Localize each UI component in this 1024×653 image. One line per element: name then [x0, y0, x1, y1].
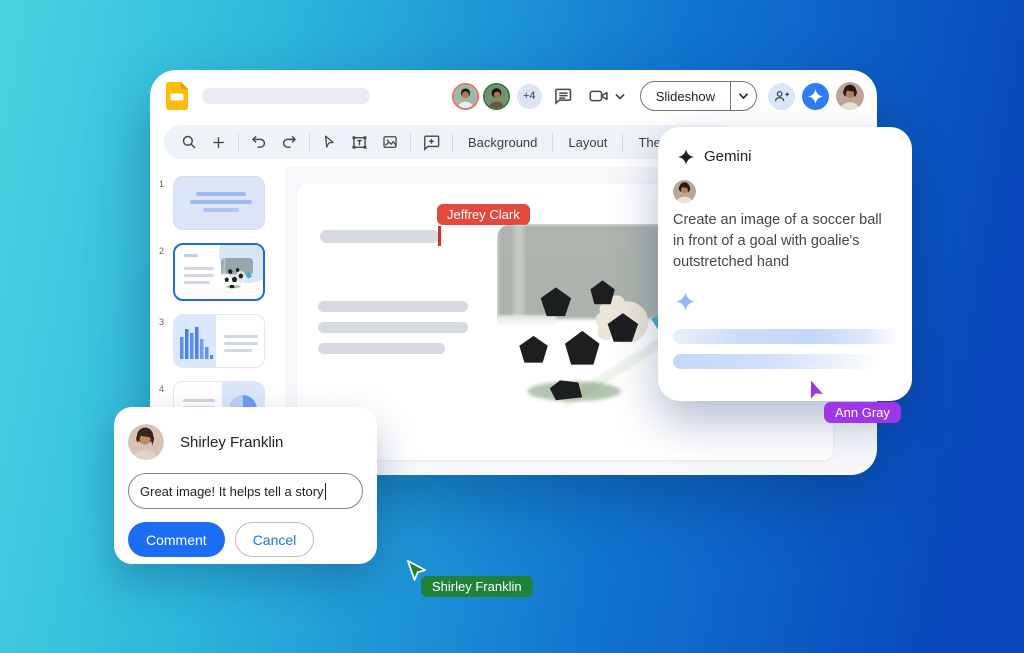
comment-input[interactable]: Great image! It helps tell a story: [128, 473, 363, 509]
comment-cancel-button[interactable]: Cancel: [235, 522, 315, 557]
slide-thumbnail-1[interactable]: [173, 176, 265, 230]
avatar-woman: [485, 85, 508, 108]
slide-number: 2: [150, 243, 173, 301]
select-tool-button[interactable]: [315, 134, 344, 151]
filmstrip-item-1: 1: [150, 176, 285, 230]
chevron-down-icon: [739, 93, 748, 99]
avatar-profile-woman: [673, 180, 696, 203]
chevron-down-icon: [615, 93, 625, 100]
gemini-panel-title: Gemini: [704, 148, 752, 165]
prompt-line: Create an image of a soccer ball: [673, 210, 897, 231]
body-text-line-1[interactable]: [318, 301, 468, 312]
app-top-bar: +4 Slideshow: [150, 70, 877, 122]
collaborator-label-shirley: Shirley Franklin: [421, 576, 533, 597]
comments-icon: [553, 86, 573, 106]
comment-input-caret: [325, 483, 327, 500]
comment-author-avatar: [128, 424, 164, 460]
slide-thumbnail-3[interactable]: [173, 314, 265, 368]
marketing-background: { "topbar": { "presence_overflow": "+4",…: [0, 0, 1024, 653]
document-title-placeholder[interactable]: [202, 88, 370, 104]
insert-image-icon: [381, 133, 399, 151]
thumbnail-bar-chart: [176, 315, 216, 368]
collaborator-label-jeffrey: Jeffrey Clark: [437, 204, 530, 225]
slide-number: 3: [150, 314, 173, 368]
redo-icon: [280, 133, 298, 151]
profile-avatar[interactable]: [836, 82, 864, 110]
slides-logo-icon[interactable]: [166, 82, 188, 110]
redo-button[interactable]: [274, 133, 304, 151]
collaborator-label-ann: Ann Gray: [824, 402, 901, 423]
prompt-line: outstretched hand: [673, 252, 897, 273]
undo-button[interactable]: [244, 133, 274, 151]
title-text-placeholder[interactable]: [320, 230, 439, 243]
avatar-shirley: [128, 424, 164, 460]
video-call-icon: [588, 86, 610, 106]
toolbar-divider: [238, 133, 239, 152]
comment-submit-button[interactable]: Comment: [128, 522, 225, 557]
select-tool-icon: [321, 134, 338, 151]
filmstrip-item-3: 3: [150, 314, 285, 368]
search-icon: [180, 133, 198, 151]
comment-actions: Comment Cancel: [128, 522, 363, 557]
text-box-button[interactable]: [344, 133, 375, 152]
search-menus-button[interactable]: [174, 133, 204, 151]
gemini-generating-indicator: [673, 292, 897, 316]
toolbar-divider: [452, 133, 453, 152]
slides-logo-glyph: [166, 82, 188, 110]
text-box-icon: [350, 133, 369, 152]
jeffrey-text-cursor: [438, 226, 441, 246]
gemini-panel-header: Gemini: [673, 148, 897, 165]
slideshow-dropdown-button[interactable]: [731, 82, 756, 110]
slideshow-split-button: Slideshow: [640, 81, 757, 111]
undo-icon: [250, 133, 268, 151]
avatar-man: [454, 85, 477, 108]
comment-author-row: Shirley Franklin: [128, 424, 363, 460]
comment-author-name: Shirley Franklin: [180, 434, 283, 451]
comments-button[interactable]: [549, 86, 577, 106]
gemini-prompt-text: Create an image of a soccer ball in fron…: [673, 210, 897, 273]
loading-skeleton-bar-1: [673, 329, 897, 344]
comment-input-value: Great image! It helps tell a story: [140, 484, 324, 499]
toolbar-divider: [622, 133, 623, 152]
presence-overflow-badge[interactable]: +4: [517, 84, 542, 109]
toolbar-divider: [309, 133, 310, 152]
thumbnail-soccer-image: [221, 258, 253, 292]
body-text-line-2[interactable]: [318, 322, 468, 333]
video-call-button[interactable]: [584, 86, 629, 106]
slide-thumbnail-2-selected[interactable]: [173, 243, 265, 301]
background-menu-button[interactable]: Background: [458, 135, 547, 150]
comment-card: Shirley Franklin Great image! It helps t…: [114, 407, 377, 564]
add-comment-button[interactable]: [416, 133, 447, 152]
top-bar-actions: +4 Slideshow: [452, 81, 864, 111]
presence-avatar-collaborator-1[interactable]: [452, 83, 479, 110]
loading-skeleton-bar-2: [673, 354, 897, 369]
toolbar-divider: [552, 133, 553, 152]
main-toolbar: Background Layout Theme: [164, 125, 738, 159]
zoom-in-icon: [210, 134, 227, 151]
share-person-add-icon: [773, 89, 790, 104]
filmstrip-item-2: 2: [150, 243, 285, 301]
prompt-line: in front of a goal with goalie's: [673, 231, 897, 252]
add-comment-icon: [422, 133, 441, 152]
share-button[interactable]: [768, 83, 795, 110]
gemini-sparkle-icon: [678, 149, 694, 165]
slide-number: 1: [150, 176, 173, 230]
gemini-side-panel: Gemini Create an image of a soccer ball …: [658, 127, 912, 401]
gemini-requester-avatar: [673, 180, 696, 203]
gemini-button[interactable]: [802, 83, 829, 110]
insert-image-button[interactable]: [375, 133, 405, 151]
slideshow-button[interactable]: Slideshow: [641, 82, 730, 110]
gemini-sparkle-icon: [676, 292, 695, 311]
gemini-sparkle-icon: [808, 89, 823, 104]
presence-avatar-collaborator-2[interactable]: [483, 83, 510, 110]
toolbar-divider: [410, 133, 411, 152]
layout-menu-button[interactable]: Layout: [558, 135, 617, 150]
body-text-line-3[interactable]: [318, 343, 445, 354]
avatar-profile-woman: [836, 82, 864, 110]
zoom-in-button[interactable]: [204, 134, 233, 151]
